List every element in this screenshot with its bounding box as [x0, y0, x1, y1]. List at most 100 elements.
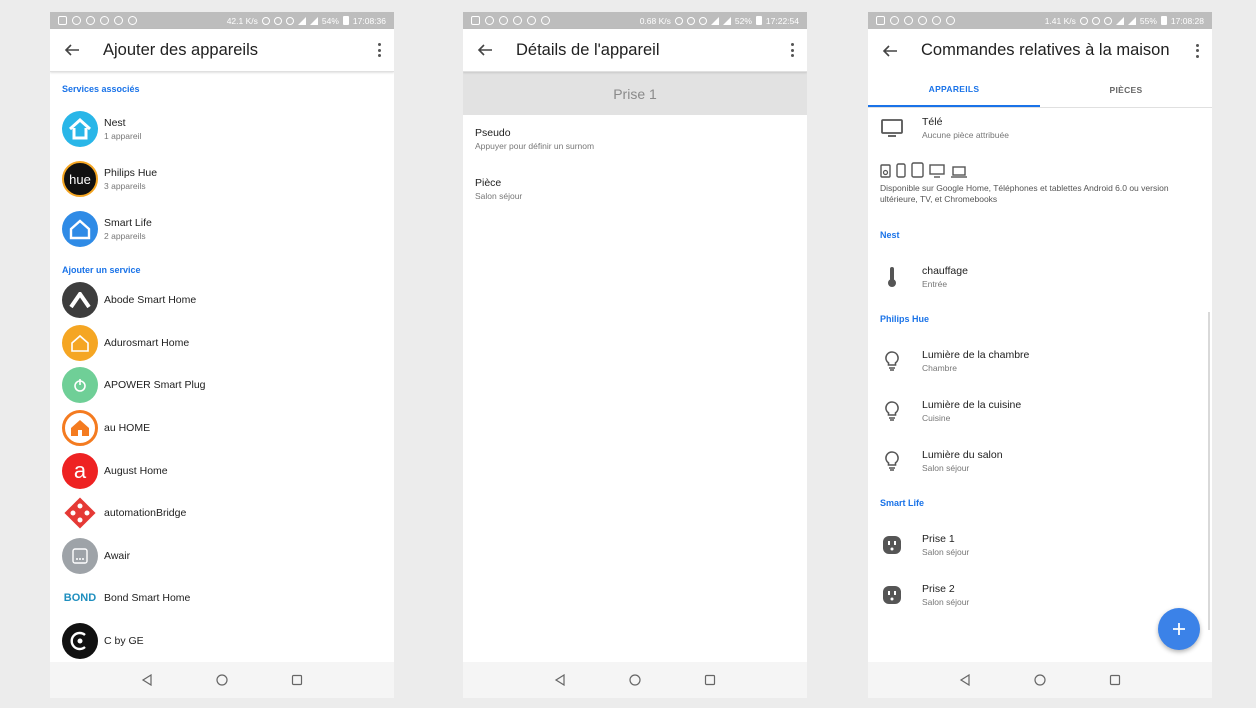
device-title: chauffage — [922, 265, 968, 277]
nav-recents-icon[interactable] — [289, 672, 305, 688]
device-sub: Entrée — [922, 279, 948, 289]
service-bond[interactable]: BOND Bond Smart Home — [50, 577, 394, 620]
back-arrow-icon[interactable] — [62, 40, 82, 60]
apower-logo-icon — [62, 367, 98, 404]
service-name: Abode Smart Home — [104, 294, 197, 307]
device-row-bedroom-light[interactable]: Lumière de la chambre Chambre — [868, 336, 1212, 386]
nav-home-icon[interactable] — [214, 672, 230, 688]
service-august-home[interactable]: a August Home — [50, 449, 394, 492]
linked-service-philips-hue[interactable]: hue Philips Hue 3 appareils — [50, 154, 394, 204]
navigation-bar — [868, 662, 1212, 698]
notification-icon — [128, 16, 137, 25]
service-c-by-ge[interactable]: C by GE — [50, 620, 394, 663]
section-header-nest: Nest — [880, 230, 900, 240]
detail-sub: Appuyer pour définir un surnom — [475, 141, 595, 151]
more-options-icon[interactable] — [789, 41, 795, 59]
alarm-icon — [1103, 16, 1112, 25]
service-automationbridge[interactable]: automationBridge — [50, 492, 394, 535]
signal-icon — [1127, 16, 1136, 25]
app-bar: Ajouter des appareils — [50, 29, 394, 72]
linked-service-nest[interactable]: Nest 1 appareil — [50, 104, 394, 154]
abode-logo-icon — [62, 282, 98, 319]
more-options-icon[interactable] — [1194, 42, 1200, 60]
wifi-icon — [710, 16, 719, 25]
device-count: 3 appareils — [104, 181, 146, 191]
device-sub: Chambre — [922, 363, 957, 373]
device-row-plug-2[interactable]: Prise 2 Salon séjour — [868, 570, 1212, 620]
device-title: Lumière de la cuisine — [922, 399, 1022, 411]
monitor-icon — [929, 164, 945, 178]
page-title: Ajouter des appareils — [103, 40, 259, 59]
status-bar: 0.68 K/s 52% 17:22:54 — [463, 12, 807, 29]
device-sub: Cuisine — [922, 413, 951, 423]
notification-icon — [541, 16, 550, 25]
signal-icon — [309, 16, 318, 25]
back-arrow-icon[interactable] — [880, 41, 900, 61]
battery-level: 52% — [734, 15, 752, 26]
notification-icon — [86, 16, 95, 25]
back-arrow-icon[interactable] — [475, 40, 495, 60]
service-name: August Home — [104, 464, 168, 477]
tab-devices[interactable]: APPAREILS — [868, 72, 1040, 107]
device-row-living-room-light[interactable]: Lumière du salon Salon séjour — [868, 436, 1212, 486]
availability-block: Disponible sur Google Home, Téléphones e… — [868, 148, 1212, 230]
device-sub: Aucune pièce attribuée — [922, 130, 1009, 140]
nav-home-icon[interactable] — [1032, 672, 1048, 688]
nfc-icon — [686, 16, 695, 25]
device-row-tv[interactable]: Télé Aucune pièce attribuée — [868, 108, 1212, 148]
notification-icon — [114, 16, 123, 25]
adurosmart-logo-icon — [62, 324, 98, 361]
scrollbar[interactable] — [1208, 312, 1210, 630]
detail-row-nickname[interactable]: Pseudo Appuyer pour définir un surnom — [463, 115, 807, 165]
device-count: 1 appareil — [104, 131, 142, 141]
device-title: Prise 2 — [922, 583, 955, 595]
service-apower[interactable]: APOWER Smart Plug — [50, 364, 394, 407]
nav-back-icon[interactable] — [957, 672, 973, 688]
device-row-plug-1[interactable]: Prise 1 Salon séjour — [868, 520, 1212, 570]
device-row-kitchen-light[interactable]: Lumière de la cuisine Cuisine — [868, 386, 1212, 436]
availability-text: Disponible sur Google Home, Téléphones e… — [880, 183, 1169, 205]
service-name: au HOME — [104, 422, 151, 435]
nav-recents-icon[interactable] — [702, 672, 718, 688]
detail-row-room[interactable]: Pièce Salon séjour — [463, 165, 807, 215]
bluetooth-icon — [261, 16, 270, 25]
device-sub: Salon séjour — [922, 597, 970, 607]
tab-rooms[interactable]: PIÈCES — [1040, 72, 1212, 107]
notification-icon — [72, 16, 81, 25]
awair-logo-icon — [62, 537, 98, 574]
notification-icon — [946, 16, 955, 25]
linked-service-smart-life[interactable]: Smart Life 2 appareils — [50, 204, 394, 254]
service-name: APOWER Smart Plug — [104, 379, 206, 392]
service-name: Philips Hue — [104, 167, 158, 179]
notification-icon — [485, 16, 494, 25]
battery-icon — [342, 16, 349, 25]
nav-back-icon[interactable] — [139, 672, 155, 688]
august-logo-text: a — [73, 457, 87, 483]
c-by-ge-logo-icon — [62, 623, 98, 660]
hue-logo-text: hue — [69, 171, 91, 187]
more-options-icon[interactable] — [376, 41, 382, 59]
device-row-heating[interactable]: chauffage Entrée — [868, 252, 1212, 302]
network-speed: 1.41 K/s — [1044, 15, 1076, 26]
outlet-icon — [880, 583, 904, 607]
august-logo-icon: a — [62, 452, 98, 489]
add-fab-button[interactable] — [1158, 608, 1200, 650]
section-header-philips-hue: Philips Hue — [880, 314, 930, 324]
service-au-home[interactable]: au HOME — [50, 407, 394, 450]
alarm-icon — [698, 16, 707, 25]
phone-icon — [896, 163, 906, 178]
notification-icon — [904, 16, 913, 25]
nav-back-icon[interactable] — [552, 672, 568, 688]
device-sub: Salon séjour — [922, 547, 970, 557]
nav-home-icon[interactable] — [627, 672, 643, 688]
bluetooth-icon — [674, 16, 683, 25]
service-abode[interactable]: Abode Smart Home — [50, 279, 394, 322]
service-adurosmart[interactable]: Adurosmart Home — [50, 322, 394, 365]
plus-icon — [1173, 623, 1185, 635]
detail-title: Pièce — [475, 177, 502, 189]
status-bar: 1.41 K/s 55% 17:08:28 — [868, 12, 1212, 29]
service-awair[interactable]: Awair — [50, 535, 394, 578]
service-name: Nest — [104, 117, 126, 129]
nav-recents-icon[interactable] — [1107, 672, 1123, 688]
page-title: Détails de l'appareil — [516, 40, 660, 59]
